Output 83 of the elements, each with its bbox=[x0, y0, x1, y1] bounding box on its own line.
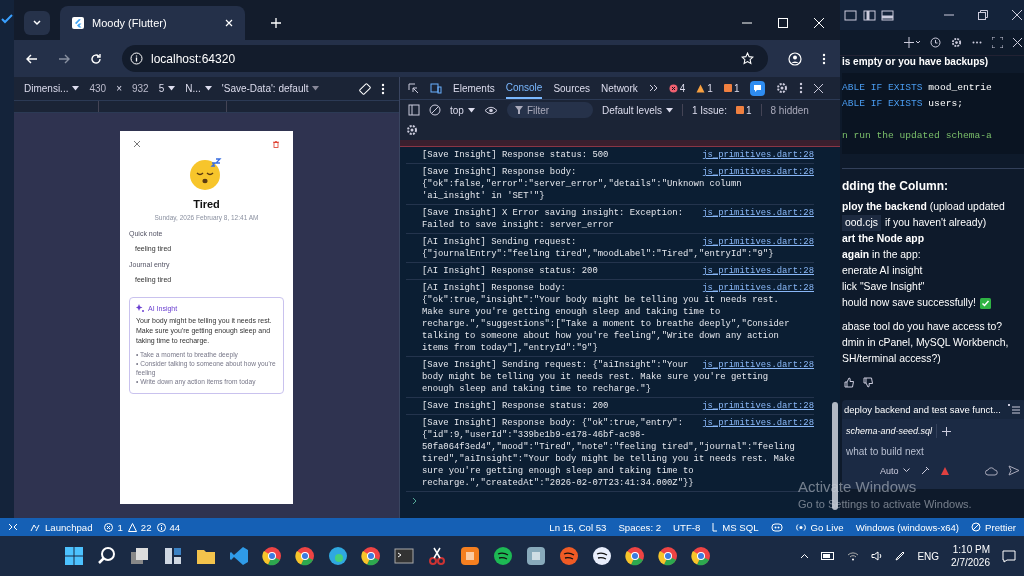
status-item[interactable]: Prettier bbox=[971, 521, 1016, 533]
hidden-count: 8 hidden bbox=[770, 104, 809, 116]
source-link[interactable]: js_primitives.dart:28 bbox=[702, 359, 814, 371]
info-count[interactable]: 44 bbox=[156, 521, 181, 533]
console-text: {"ok":false,"error":"server_error","details":"Unknown column 'ai_insight' in 'SET'"} bbox=[422, 178, 743, 202]
filter-field[interactable]: Filter bbox=[506, 102, 593, 118]
width-field[interactable]: 430 bbox=[89, 83, 107, 94]
console-text: [Save Insight] Sending request: {"aiInsight":"Your bbox=[422, 359, 689, 371]
console-text: [Save Insight] Response body: {"ok":true,"entry": bbox=[422, 417, 683, 429]
source-link[interactable]: js_primitives.dart:28 bbox=[702, 149, 814, 161]
code-line: ABLE IF EXISTS users; bbox=[842, 97, 964, 111]
mode-dropdown[interactable]: Auto bbox=[880, 465, 910, 476]
height-field[interactable]: 932 bbox=[132, 83, 149, 94]
source-link[interactable]: js_primitives.dart:28 bbox=[702, 400, 814, 412]
chat-text: ploy the backend (upload updated bbox=[842, 200, 1005, 214]
mood-title: Tired bbox=[192, 198, 221, 210]
status-item[interactable]: UTF-8 bbox=[673, 521, 701, 533]
url-text: localhost:64320 bbox=[151, 51, 236, 66]
times-sign: × bbox=[116, 83, 122, 94]
console-text: [AI Insight] Response status: 200 bbox=[422, 265, 598, 277]
inline-code: ood.cjs bbox=[842, 215, 881, 231]
todo-bar[interactable]: deploy backend and test save funct... bbox=[842, 400, 1024, 419]
console-text: [Save Insight] X Error saving insight: Exception: bbox=[422, 207, 683, 219]
chat-text: abase tool do you have access to? bbox=[842, 320, 1003, 334]
warning-count[interactable]: 22 bbox=[127, 521, 152, 533]
throttling-dropdown[interactable]: N... bbox=[185, 83, 212, 94]
chat-text: is empty or you have backups) bbox=[842, 56, 990, 67]
levels-dropdown[interactable]: Default levels bbox=[601, 104, 673, 116]
chat-text: again in the app: bbox=[842, 248, 921, 262]
chat-text: lick "Save Insight" bbox=[842, 280, 925, 294]
code-comment: n run the updated schema-a bbox=[842, 129, 993, 143]
source-link[interactable]: js_primitives.dart:28 bbox=[702, 207, 814, 219]
language-indicator[interactable]: ENG bbox=[917, 550, 940, 562]
chat-text: hould now save successfully! bbox=[842, 296, 976, 310]
address-bar[interactable]: localhost:64320 bbox=[122, 45, 768, 72]
todo-text: deploy backend and test save funct... bbox=[844, 404, 1001, 415]
chat-text: enerate AI insight bbox=[842, 264, 923, 278]
chat-text: dmin in cPanel, MySQL Workbench, bbox=[842, 336, 1010, 350]
error-count[interactable]: 4 bbox=[668, 82, 686, 94]
issue-count[interactable]: 1 bbox=[723, 82, 740, 94]
chat-heading: dding the Column: bbox=[842, 179, 949, 193]
console-text: [AI Insight] Sending request: bbox=[422, 236, 577, 248]
source-link[interactable]: js_primitives.dart:28 bbox=[702, 417, 814, 429]
warning-count[interactable]: 1 bbox=[696, 82, 713, 94]
dimensions-dropdown[interactable]: Dimensi... bbox=[24, 83, 80, 94]
source-link[interactable]: js_primitives.dart:28 bbox=[702, 282, 814, 294]
devtools-tab[interactable]: Elements bbox=[453, 77, 495, 99]
clock-date[interactable]: 2/7/2026 bbox=[951, 556, 990, 569]
status-item[interactable]: MS SQL bbox=[712, 521, 759, 533]
console-text: [Save Insight] Response body: bbox=[422, 166, 577, 178]
source-link[interactable]: js_primitives.dart:28 bbox=[702, 236, 814, 248]
status-item[interactable]: Go Live bbox=[794, 521, 844, 533]
status-item[interactable]: Windows (windows-x64) bbox=[855, 521, 960, 533]
console-text: {"ok":true,"insight":"Your body might be telling you it needs rest. Make sure you're getting enough sleep and taking time to recharge.","suggestions":["Take a moment to breathe deeply","Consider talking to someone about how you're feeling","Write down any action items from today"],"entryId":"9"} bbox=[422, 294, 791, 354]
clock-time[interactable]: 1:10 PM bbox=[952, 543, 990, 556]
browser-tab[interactable]: Moody (Flutter) bbox=[60, 6, 245, 40]
console-text: [AI Insight] Response body: bbox=[422, 282, 566, 294]
console-text: body might be telling you it needs rest. Make sure you're getting enough sleep and taking time to recharge."} bbox=[422, 371, 770, 395]
issues-count[interactable]: 1 bbox=[735, 104, 752, 116]
console-text: [Save Insight] Response status: 500 bbox=[422, 149, 609, 161]
prompt-field[interactable]: what to build next bbox=[842, 446, 996, 457]
status-item[interactable]: Ln 15, Col 53 bbox=[549, 521, 607, 533]
console-text: {"journalEntry":"feeling tired","moodLabel":"Tired","entryId":"9"} bbox=[422, 248, 775, 260]
chat-text: if you haven't already) bbox=[884, 216, 987, 230]
tab-title: Moody (Flutter) bbox=[92, 17, 167, 29]
console-text: [Save Insight] Response status: 200 bbox=[422, 400, 609, 412]
issues-label[interactable]: 1 Issue: bbox=[691, 104, 727, 116]
chat-text: SH/terminal access?) bbox=[842, 352, 942, 366]
source-link[interactable]: js_primitives.dart:28 bbox=[702, 265, 814, 277]
source-link[interactable]: js_primitives.dart:28 bbox=[702, 166, 814, 178]
devtools-tab[interactable]: Sources bbox=[553, 77, 591, 99]
context-dropdown[interactable]: top bbox=[450, 104, 475, 116]
error-count[interactable]: 1 bbox=[104, 521, 123, 533]
launchpad-item[interactable]: Launchpad bbox=[30, 521, 93, 533]
context-file-chip[interactable]: schema-and-seed.sql bbox=[842, 424, 938, 438]
zoom-dropdown[interactable]: 5 bbox=[158, 83, 176, 94]
status-item[interactable]: Spaces: 2 bbox=[618, 521, 662, 533]
save-data-dropdown[interactable]: 'Save-Data': default bbox=[221, 83, 320, 94]
console-text: Failed to save insight: server_error bbox=[422, 219, 615, 231]
chat-text: art the Node app bbox=[842, 232, 924, 246]
console-text: {"id":9,"userId":"339be1b9-e178-46bf-ac98-50fa064f3ed4","mood":"Tired","note":"feeling tired","journal":"feeling tired","aiInsight":"Your body might be telling you it needs rest. Make sure you're getting enough sleep and taking time to recharge.","createdAt":"2026-02-07T23:41:34.000Z"}} bbox=[422, 429, 796, 489]
devtools-tab[interactable]: Network bbox=[601, 77, 638, 99]
code-line: ABLE IF EXISTS mood_entrie bbox=[842, 81, 993, 95]
